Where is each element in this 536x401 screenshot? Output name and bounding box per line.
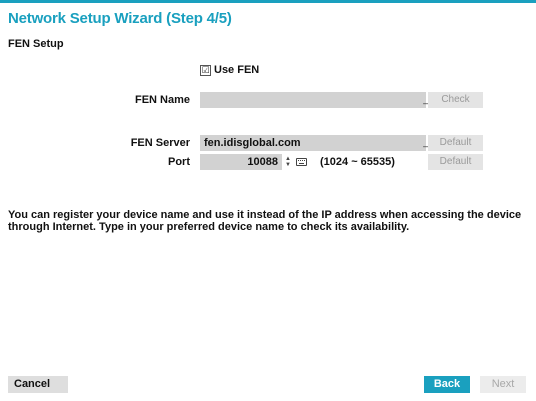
port-default-button[interactable]: Default xyxy=(428,154,483,170)
port-input[interactable]: 10088 xyxy=(200,154,282,170)
check-button[interactable]: Check xyxy=(428,92,483,108)
fen-description: You can register your device name and us… xyxy=(8,209,522,233)
fen-name-label: FEN Name xyxy=(134,94,190,106)
section-title: FEN Setup xyxy=(8,38,64,50)
use-fen-label: Use FEN xyxy=(214,64,260,76)
stepper-down-icon[interactable]: ▼ xyxy=(285,162,291,168)
top-accent-bar xyxy=(0,0,536,3)
checkbox-icon[interactable]: ☑ xyxy=(200,64,211,76)
port-range: (1024 ~ 65535) xyxy=(320,156,395,168)
fen-server-input[interactable]: fen.idisglobal.com xyxy=(200,135,426,151)
use-fen-checkbox[interactable]: ☑ Use FEN xyxy=(200,64,259,76)
port-stepper[interactable]: ▲ ▼ xyxy=(284,154,292,170)
next-button[interactable]: Next xyxy=(480,376,526,393)
fen-name-input[interactable] xyxy=(200,92,426,108)
fen-server-label: FEN Server xyxy=(130,137,190,149)
fen-server-default-button[interactable]: Default xyxy=(428,135,483,151)
back-button[interactable]: Back xyxy=(424,376,470,393)
cancel-button[interactable]: Cancel xyxy=(8,376,68,393)
keyboard-icon[interactable] xyxy=(296,158,307,166)
wizard-title: Network Setup Wizard (Step 4/5) xyxy=(8,10,232,27)
network-setup-wizard: Network Setup Wizard (Step 4/5) FEN Setu… xyxy=(0,0,536,401)
port-label: Port xyxy=(168,156,190,168)
